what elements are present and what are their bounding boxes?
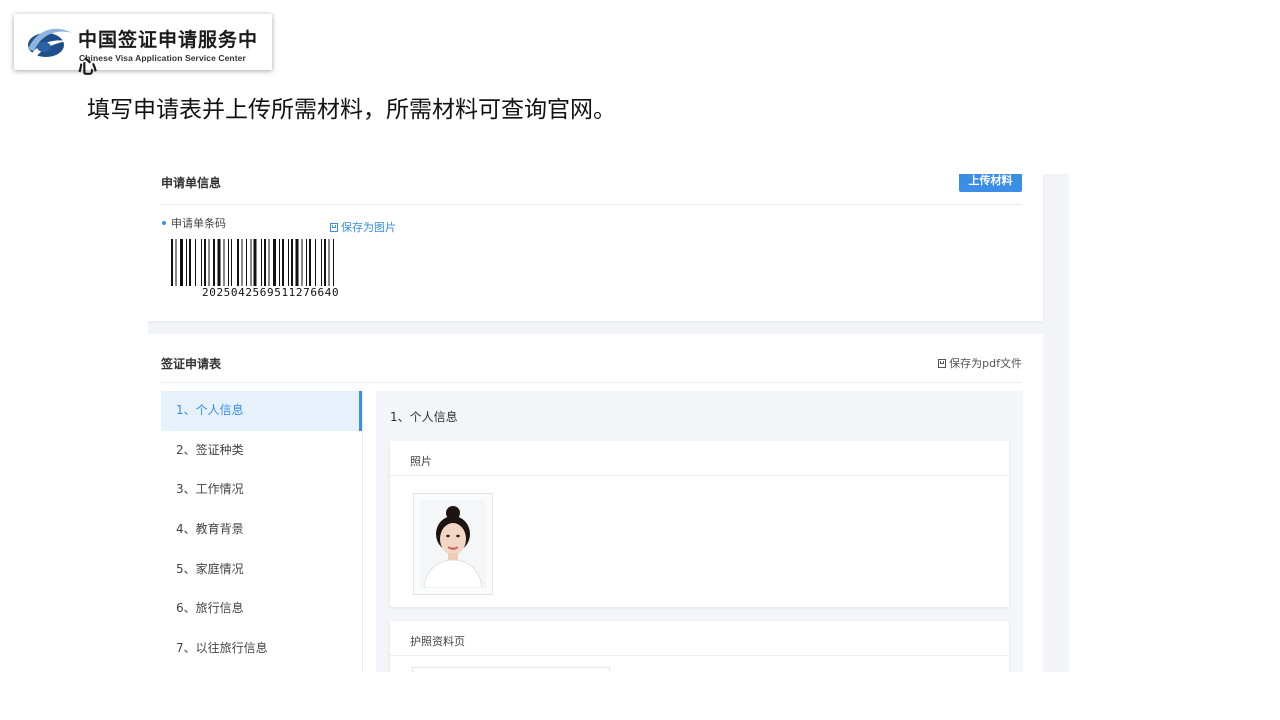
save-as-image-link[interactable]: 保存为图片 — [330, 219, 396, 235]
visa-form-card: 签证申请表 保存为pdf文件 1、个人信息 2、签证种类 3、工作情况 4、教育… — [148, 334, 1043, 672]
divider — [390, 655, 1009, 656]
nav-item-education[interactable]: 4、教育背景 — [161, 510, 362, 550]
form-section-nav: 1、个人信息 2、签证种类 3、工作情况 4、教育背景 5、家庭情况 6、旅行信… — [161, 391, 363, 672]
photo-panel: 照片 — [390, 441, 1009, 607]
barcode-number: 2025042569511276640 — [202, 286, 340, 299]
save-icon — [330, 223, 338, 232]
bullet-dot-icon — [162, 221, 166, 225]
nav-item-work[interactable]: 3、工作情况 — [161, 470, 362, 510]
save-as-image-label: 保存为图片 — [341, 221, 396, 234]
portrait-image — [420, 500, 486, 588]
save-as-pdf-link[interactable]: 保存为pdf文件 — [938, 355, 1022, 371]
upload-materials-button[interactable]: 上传材料 — [959, 174, 1022, 192]
section-title: 1、个人信息 — [390, 410, 458, 424]
visa-form-title: 签证申请表 — [161, 357, 222, 371]
application-info-card: 申请单信息 上传材料 申请单条码 保存为图片 20250425695112766… — [148, 174, 1043, 321]
nav-item-travel[interactable]: 6、旅行信息 — [161, 589, 362, 629]
divider — [390, 475, 1009, 476]
form-content: 1、个人信息 照片 护照资料页 — [376, 391, 1023, 672]
nav-item-previous-travel[interactable]: 7、以往旅行信息 — [161, 629, 362, 669]
barcode-label: 申请单条码 — [171, 217, 226, 230]
passport-image-frame[interactable] — [412, 667, 610, 672]
page-heading: 填写申请表并上传所需材料，所需材料可查询官网。 — [87, 97, 616, 123]
application-screenshot: 申请单信息 上传材料 申请单条码 保存为图片 20250425695112766… — [148, 174, 1069, 672]
passport-panel-title: 护照资料页 — [410, 635, 465, 648]
logo-english-text: Chinese Visa Application Service Center — [79, 53, 246, 63]
application-info-title: 申请单信息 — [161, 176, 222, 190]
logo-chinese-text: 中国签证申请服务中心 — [78, 29, 259, 78]
divider — [161, 204, 1022, 205]
photo-panel-title: 照片 — [410, 455, 432, 468]
divider — [161, 382, 1022, 383]
applicant-photo[interactable] — [413, 493, 493, 595]
save-as-pdf-label: 保存为pdf文件 — [949, 357, 1022, 370]
cvasc-logo: 中国签证申请服务中心 Chinese Visa Application Serv… — [14, 14, 272, 78]
barcode-image — [171, 239, 334, 286]
save-icon — [938, 359, 947, 368]
nav-item-visa-type[interactable]: 2、签证种类 — [161, 431, 362, 471]
passport-panel: 护照资料页 — [390, 621, 1009, 672]
nav-item-personal-info[interactable]: 1、个人信息 — [161, 391, 362, 431]
nav-item-family[interactable]: 5、家庭情况 — [161, 550, 362, 590]
swoosh-logo-icon — [28, 28, 72, 57]
